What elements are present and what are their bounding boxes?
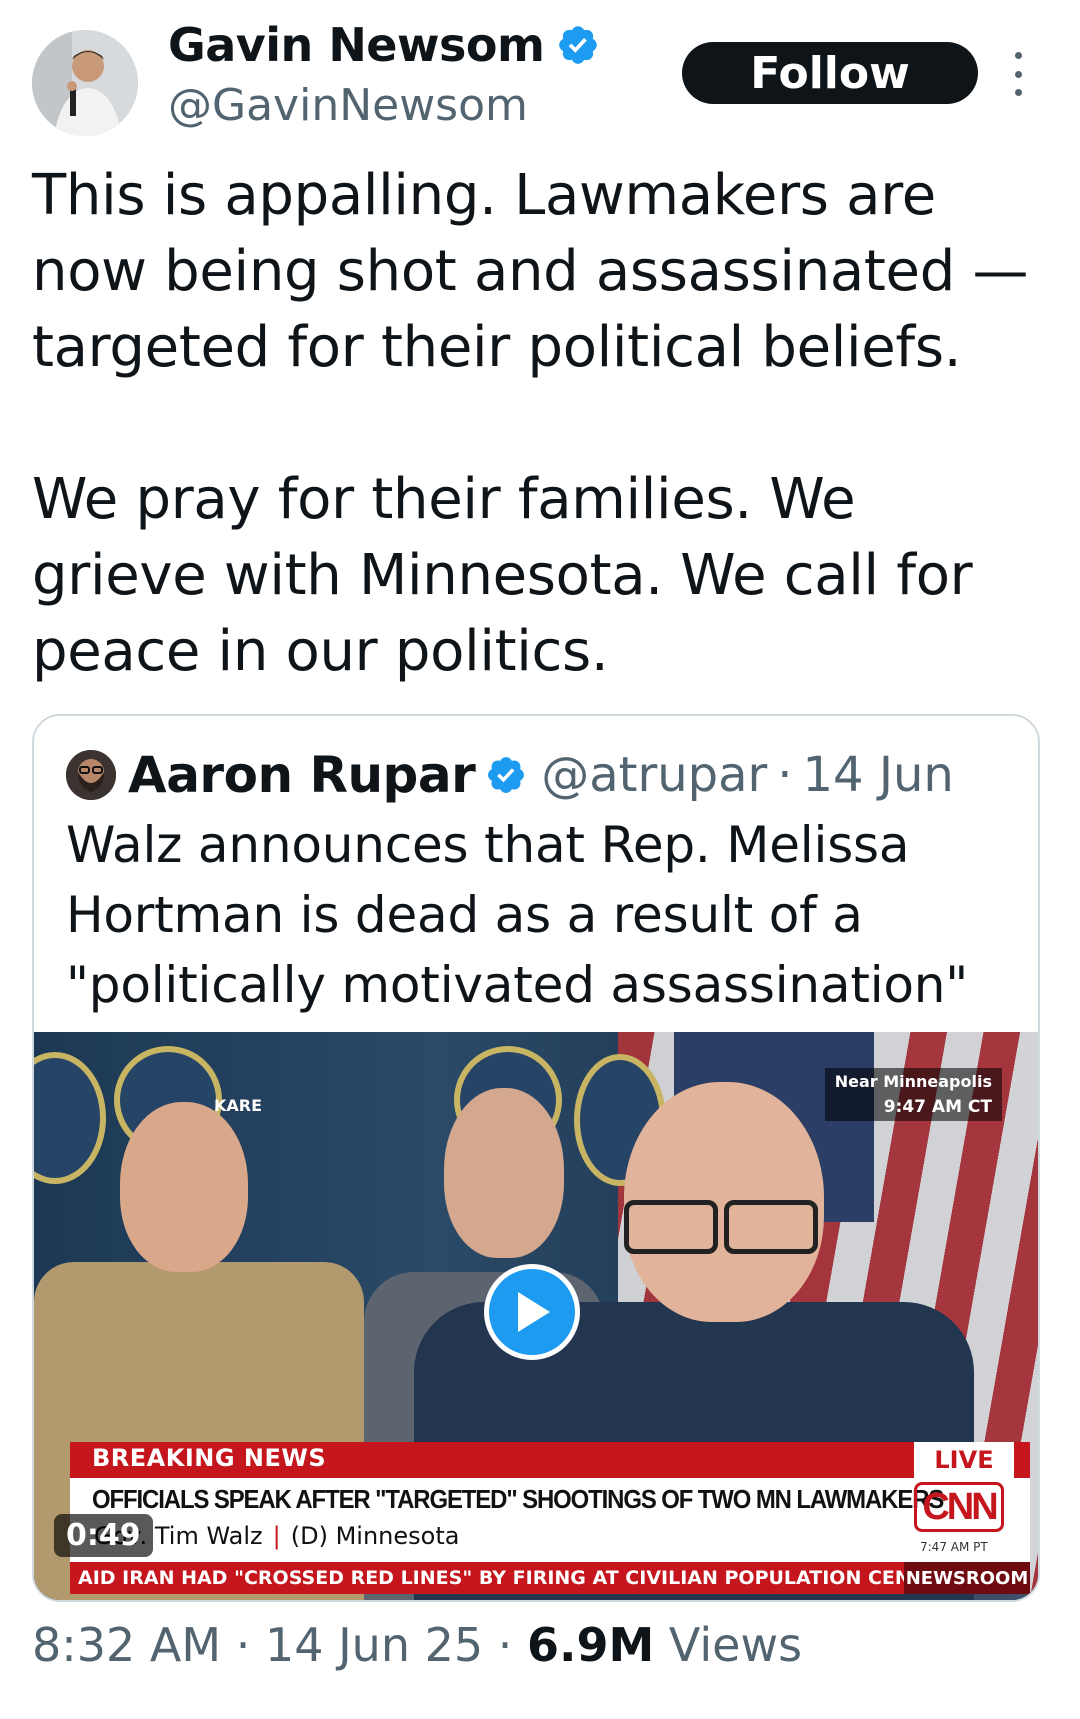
video-duration: 0:49: [54, 1514, 153, 1557]
verified-badge-icon: [488, 757, 525, 793]
more-dot: [1014, 52, 1022, 59]
quote-author-avatar: [66, 750, 116, 800]
location-label: Near Minneapolis: [834, 1072, 992, 1091]
avatar-photo: [32, 30, 138, 136]
author-handle[interactable]: @GavinNewsom: [168, 80, 528, 131]
quote-separator: ·: [777, 747, 793, 803]
tweet-header: Gavin Newsom @GavinNewsom Follow: [0, 0, 1080, 150]
more-vertical-icon[interactable]: [1006, 52, 1030, 96]
quote-author-handle[interactable]: @atrupar: [541, 747, 767, 803]
author-avatar[interactable]: [32, 30, 138, 136]
chyron-divider: |: [272, 1522, 281, 1550]
location-box: Near Minneapolis 9:47 AM CT: [824, 1068, 1002, 1121]
quote-avatar-photo: [66, 750, 116, 800]
breaking-news-label: BREAKING NEWS: [92, 1444, 327, 1472]
quote-date[interactable]: 14 Jun: [803, 747, 954, 803]
quote-author-name[interactable]: Aaron Rupar: [128, 746, 476, 804]
station-watermark: KARE: [214, 1096, 263, 1115]
cnn-logo: CNN: [914, 1482, 1004, 1532]
live-badge: LIVE: [914, 1442, 1014, 1478]
verified-badge-icon: [559, 26, 598, 64]
meta-separator: ·: [497, 1618, 513, 1672]
tweet-time[interactable]: 8:32 AM: [32, 1618, 221, 1672]
author-display-name[interactable]: Gavin Newsom: [168, 18, 545, 72]
quoted-tweet-card[interactable]: Aaron Rupar @atrupar · 14 Jun Walz annou…: [32, 714, 1040, 1602]
video-player[interactable]: KARE Near Minneapolis 9:47 AM CT BREAKIN…: [34, 1032, 1038, 1600]
quoted-tweet-header: Aaron Rupar @atrupar · 14 Jun: [66, 744, 954, 806]
more-dot: [1014, 89, 1022, 96]
quoted-tweet-text: Walz announces that Rep. Melissa Hortman…: [66, 816, 969, 1014]
network-time: 7:47 AM PT: [920, 1540, 988, 1554]
play-icon[interactable]: [484, 1264, 580, 1360]
tweet-date[interactable]: 14 Jun 25: [265, 1618, 483, 1672]
speaker-party: (D) Minnesota: [290, 1522, 460, 1550]
local-time: 9:47 AM CT: [883, 1097, 992, 1117]
ticker-text: AID IRAN HAD "CROSSED RED LINES" BY FIRI…: [78, 1567, 1023, 1589]
author-name-row: Gavin Newsom: [168, 18, 600, 72]
tweet-meta: 8:32 AM · 14 Jun 25 · 6.9M Views: [32, 1618, 802, 1672]
follow-button[interactable]: Follow: [682, 42, 978, 104]
views-label[interactable]: Views: [669, 1618, 802, 1672]
views-count[interactable]: 6.9M: [527, 1618, 654, 1672]
play-triangle: [518, 1292, 550, 1332]
tweet-text: This is appalling. Lawmakers are now bei…: [32, 163, 1029, 684]
program-label: NEWSROOM: [904, 1562, 1030, 1594]
more-dot: [1014, 70, 1022, 78]
chyron-headline: OFFICIALS SPEAK AFTER "TARGETED" SHOOTIN…: [92, 1484, 944, 1514]
meta-separator: ·: [235, 1618, 251, 1672]
